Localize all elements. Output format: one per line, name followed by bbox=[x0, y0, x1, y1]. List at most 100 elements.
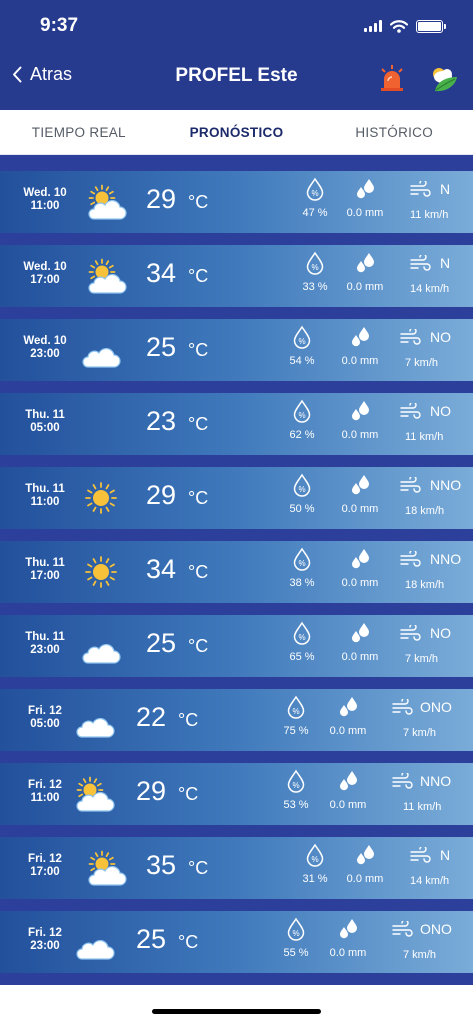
wind-speed: 14 km/h bbox=[410, 283, 450, 295]
alarm-siren-icon[interactable] bbox=[378, 64, 406, 92]
wind-direction: N bbox=[440, 847, 451, 863]
forecast-date: Wed. 10 11:00 bbox=[12, 187, 78, 213]
humidity-icon: % bbox=[306, 177, 324, 201]
wind-direction: NO bbox=[430, 403, 451, 419]
temperature: 29 °C bbox=[146, 184, 208, 215]
forecast-row: Thu. 11 17:00 34 °C % 38 % 0.0 mm NNO 18… bbox=[0, 541, 473, 603]
forecast-day: Wed. 10 bbox=[23, 187, 67, 199]
home-indicator[interactable] bbox=[152, 1009, 321, 1014]
forecast-date: Fri. 12 23:00 bbox=[12, 927, 78, 953]
wind-icon bbox=[392, 773, 413, 789]
tab-pronostico[interactable]: PRONÓSTICO bbox=[158, 125, 316, 140]
humidity-icon: % bbox=[293, 399, 311, 423]
rain-drops-icon bbox=[357, 845, 374, 865]
temperature-value: 23 bbox=[146, 406, 177, 436]
precipitation-value: 0.0 mm bbox=[329, 947, 367, 959]
wind-direction: NNO bbox=[430, 551, 462, 567]
forecast-date: Thu. 11 23:00 bbox=[12, 631, 78, 657]
svg-text:%: % bbox=[311, 263, 318, 272]
precipitation-value: 0.0 mm bbox=[341, 577, 379, 589]
rain-drops-icon bbox=[340, 697, 357, 717]
precipitation-value: 0.0 mm bbox=[346, 281, 384, 293]
humidity: % 54 % bbox=[272, 325, 332, 367]
wind-direction: NNO bbox=[430, 477, 462, 493]
temperature: 34 °C bbox=[146, 258, 208, 289]
weather-leaf-icon[interactable] bbox=[427, 63, 459, 93]
forecast-hour: 11:00 bbox=[30, 792, 60, 804]
battery-icon bbox=[416, 19, 446, 33]
temperature-unit: °C bbox=[188, 488, 209, 508]
temperature-value: 29 bbox=[146, 480, 177, 510]
precipitation-value: 0.0 mm bbox=[346, 207, 384, 219]
humidity: % 55 % bbox=[266, 917, 326, 959]
signal-icon bbox=[364, 20, 382, 32]
precipitation: 0.0 mm bbox=[330, 621, 390, 663]
svg-text:%: % bbox=[298, 411, 305, 420]
svg-text:%: % bbox=[311, 855, 318, 864]
wind-speed: 11 km/h bbox=[410, 209, 449, 221]
wind-speed: 11 km/h bbox=[405, 431, 444, 443]
partly-cloudy-night-icon bbox=[76, 703, 115, 738]
forecast-hour: 11:00 bbox=[30, 496, 60, 508]
rain-drops-icon bbox=[357, 253, 374, 273]
temperature-unit: °C bbox=[188, 858, 209, 878]
temperature: 22 °C bbox=[136, 702, 198, 733]
forecast-hour: 17:00 bbox=[30, 274, 60, 286]
precipitation-value: 0.0 mm bbox=[341, 651, 379, 663]
wind-icon bbox=[410, 181, 431, 197]
temperature-value: 25 bbox=[136, 924, 167, 954]
precipitation: 0.0 mm bbox=[330, 399, 390, 441]
forecast-date: Wed. 10 23:00 bbox=[12, 335, 78, 361]
forecast-row: Wed. 10 17:00 34 °C % 33 % 0.0 mm N 14 k… bbox=[0, 245, 473, 307]
humidity: % 62 % bbox=[272, 399, 332, 441]
rain-drops-icon bbox=[352, 623, 369, 643]
forecast-date: Thu. 11 05:00 bbox=[12, 409, 78, 435]
humidity-value: 62 % bbox=[289, 429, 315, 441]
precipitation-value: 0.0 mm bbox=[341, 355, 379, 367]
sun-icon bbox=[85, 556, 117, 588]
humidity-icon: % bbox=[287, 695, 305, 719]
wind-icon bbox=[400, 477, 421, 493]
forecast-hour: 17:00 bbox=[30, 866, 60, 878]
humidity-value: 50 % bbox=[289, 503, 315, 515]
forecast-date: Fri. 12 11:00 bbox=[12, 779, 78, 805]
precipitation: 0.0 mm bbox=[335, 251, 395, 293]
humidity-value: 54 % bbox=[289, 355, 315, 367]
precipitation: 0.0 mm bbox=[330, 547, 390, 589]
svg-text:%: % bbox=[298, 337, 305, 346]
temperature-unit: °C bbox=[188, 562, 209, 582]
humidity-icon: % bbox=[306, 251, 324, 275]
temperature: 25 °C bbox=[146, 628, 208, 659]
humidity-value: 75 % bbox=[283, 725, 309, 737]
forecast-row: Fri. 12 23:00 25 °C % 55 % 0.0 mm ONO 7 … bbox=[0, 911, 473, 973]
svg-text:%: % bbox=[292, 929, 299, 938]
humidity-icon: % bbox=[293, 473, 311, 497]
wind-speed: 11 km/h bbox=[403, 801, 442, 813]
temperature-value: 29 bbox=[136, 776, 167, 806]
humidity-icon: % bbox=[287, 769, 305, 793]
humidity: % 53 % bbox=[266, 769, 326, 811]
temperature-unit: °C bbox=[188, 340, 209, 360]
forecast-hour: 23:00 bbox=[30, 348, 60, 360]
temperature: 34 °C bbox=[146, 554, 208, 585]
humidity: % 65 % bbox=[272, 621, 332, 663]
precipitation: 0.0 mm bbox=[330, 473, 390, 515]
humidity-icon: % bbox=[293, 325, 311, 349]
wind-direction: N bbox=[440, 255, 451, 271]
tab-tiempo-real[interactable]: TIEMPO REAL bbox=[0, 125, 158, 140]
forecast-list[interactable]: Wed. 10 11:00 29 °C % 47 % 0.0 mm N 11 k… bbox=[0, 155, 473, 985]
wind-icon bbox=[410, 847, 431, 863]
humidity: % 38 % bbox=[272, 547, 332, 589]
svg-text:%: % bbox=[292, 707, 299, 716]
wind-icon bbox=[400, 329, 421, 345]
wind-icon bbox=[400, 625, 421, 641]
temperature-value: 22 bbox=[136, 702, 167, 732]
partly-cloudy-day-icon bbox=[88, 258, 127, 294]
forecast-row: Wed. 10 11:00 29 °C % 47 % 0.0 mm N 11 k… bbox=[0, 171, 473, 233]
wind-speed: 7 km/h bbox=[403, 949, 437, 961]
partly-cloudy-day-icon bbox=[88, 850, 127, 886]
tab-historico[interactable]: HISTÓRICO bbox=[315, 125, 473, 140]
forecast-day: Thu. 11 bbox=[25, 483, 65, 495]
wind-direction: NNO bbox=[420, 773, 452, 789]
wind-speed: 7 km/h bbox=[405, 357, 439, 369]
